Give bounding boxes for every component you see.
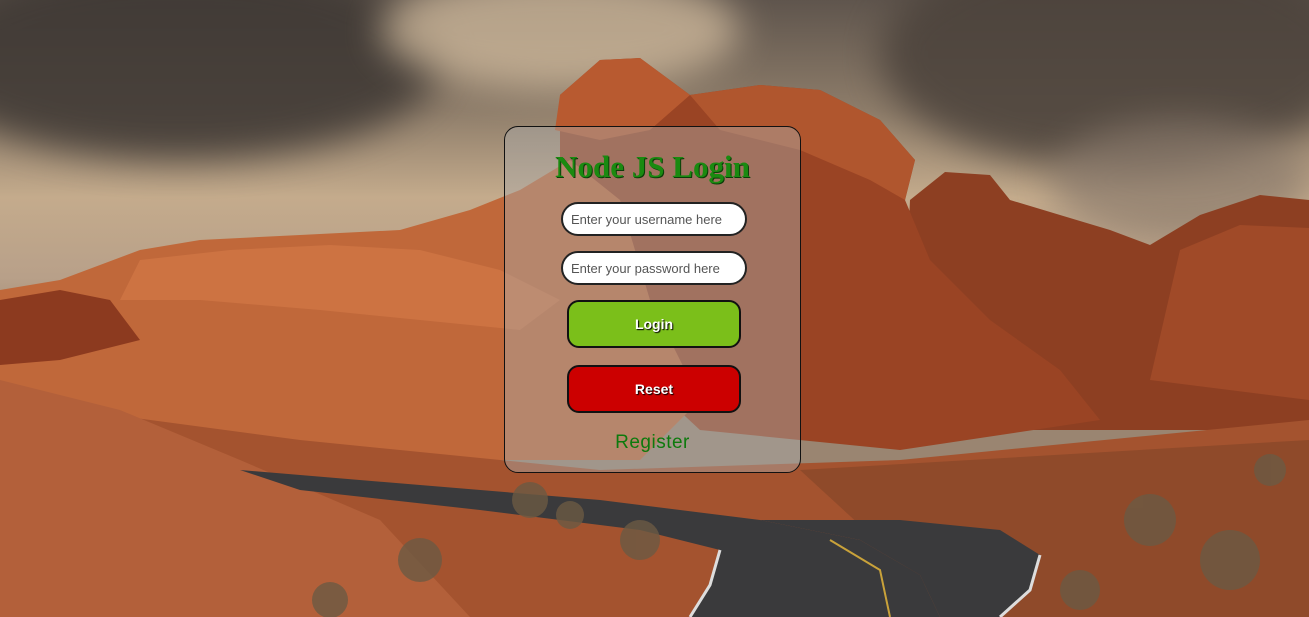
page-title: Node JS Login bbox=[555, 149, 750, 184]
register-link[interactable]: Register bbox=[505, 432, 800, 454]
login-button[interactable]: Login bbox=[567, 300, 741, 348]
login-card: Node JS Login Login Reset Register bbox=[504, 126, 801, 473]
username-input[interactable] bbox=[561, 202, 747, 236]
password-input[interactable] bbox=[561, 251, 747, 285]
reset-button[interactable]: Reset bbox=[567, 365, 741, 413]
